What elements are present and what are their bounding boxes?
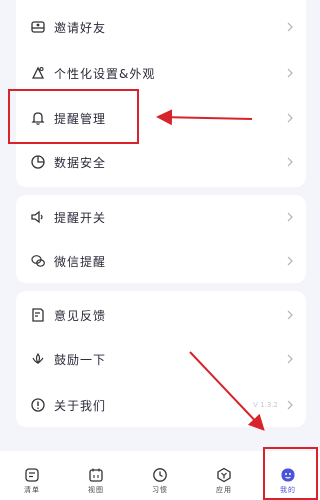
chevron-right-icon — [287, 113, 293, 123]
menu-item-encourage[interactable]: 鼓励一下 — [16, 337, 306, 381]
chevron-right-icon — [287, 354, 293, 364]
menu-item-label: 意见反馈 — [54, 308, 107, 323]
menu-item-feedback[interactable]: 意见反馈 — [16, 293, 306, 337]
chevron-right-icon — [287, 256, 293, 266]
tab-list[interactable]: 清单 — [0, 451, 64, 500]
tab-apps[interactable]: 应用 — [192, 451, 256, 500]
app-version: V 1.3.2 — [253, 401, 278, 409]
lotus-icon — [30, 351, 46, 367]
pie-chart-icon — [30, 154, 46, 170]
tab-view[interactable]: 视图 — [64, 451, 128, 500]
clock-icon — [152, 467, 168, 483]
menu-item-about-us[interactable]: 关于我们 V 1.3.2 — [16, 383, 306, 427]
chevron-right-icon — [287, 157, 293, 167]
menu-item-wechat-reminder[interactable]: 微信提醒 — [16, 239, 306, 283]
menu-item-label: 个性化设置&外观 — [54, 66, 156, 81]
wechat-icon — [30, 253, 46, 269]
menu-item-label: 关于我们 — [54, 398, 107, 413]
menu-item-reminder-switch[interactable]: 提醒开关 — [16, 195, 306, 239]
invite-friend-icon — [30, 19, 46, 35]
speaker-icon — [30, 209, 46, 225]
menu-item-label: 数据安全 — [54, 155, 107, 170]
chevron-right-icon — [287, 400, 293, 410]
personalize-icon — [30, 65, 46, 81]
menu-item-label: 提醒开关 — [54, 210, 107, 225]
tab-label: 习惯 — [152, 486, 168, 494]
calendar-icon — [88, 467, 104, 483]
chevron-right-icon — [287, 310, 293, 320]
tab-label: 视图 — [88, 486, 104, 494]
annotation-highlight-reminder — [8, 89, 139, 144]
annotation-highlight-mine-tab — [263, 447, 318, 500]
apps-icon — [216, 467, 232, 483]
list-icon — [24, 467, 40, 483]
chevron-right-icon — [287, 212, 293, 222]
tab-habits[interactable]: 习惯 — [128, 451, 192, 500]
tab-label: 应用 — [216, 486, 232, 494]
tab-label: 清单 — [24, 486, 40, 494]
menu-item-label: 邀请好友 — [54, 20, 107, 35]
settings-card-reminders: 提醒开关 微信提醒 — [16, 195, 306, 283]
menu-item-data-security[interactable]: 数据安全 — [16, 140, 306, 184]
chevron-right-icon — [287, 68, 293, 78]
info-icon — [30, 397, 46, 413]
feedback-icon — [30, 307, 46, 323]
settings-card-about: 意见反馈 鼓励一下 关于我们 V 1.3.2 — [16, 291, 306, 427]
chevron-right-icon — [287, 22, 293, 32]
menu-item-invite-friends[interactable]: 邀请好友 — [16, 5, 306, 49]
menu-item-label: 鼓励一下 — [54, 352, 107, 367]
menu-item-label: 微信提醒 — [54, 254, 107, 269]
